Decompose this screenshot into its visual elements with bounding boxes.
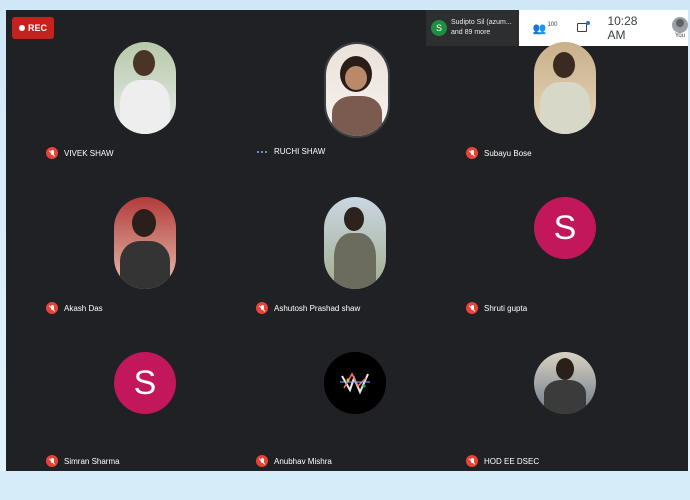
participant-tile[interactable]: Akash Das — [36, 195, 236, 345]
meeting-screen: REC S Sudipto Sil (azum... and 89 more 👥… — [6, 10, 688, 471]
participant-avatar — [324, 352, 386, 414]
participant-name: RUCHI SHAW — [274, 147, 326, 156]
mic-off-icon — [466, 302, 478, 314]
participant-avatar — [534, 352, 596, 414]
recording-indicator: REC — [12, 17, 55, 39]
self-label: You — [674, 33, 686, 39]
participants-count: 100 — [547, 21, 558, 28]
mic-off-icon — [466, 455, 478, 467]
participant-tile[interactable]: Anubhav Mishra — [246, 350, 446, 500]
participant-name: HOD EE DSEC — [484, 456, 540, 466]
chat-icon[interactable] — [577, 21, 591, 34]
participant-avatar — [324, 42, 390, 138]
participant-letter-avatar: S — [534, 197, 596, 259]
mic-off-icon — [466, 147, 478, 159]
presenter-more: and 89 more — [451, 29, 491, 36]
participant-tile[interactable]: S Simran Sharma — [36, 350, 236, 500]
participant-name: VIVEK SHAW — [64, 148, 114, 158]
self-view[interactable]: You — [672, 17, 688, 39]
participant-name-row: Akash Das — [46, 302, 103, 314]
participant-tile[interactable]: VIVEK SHAW — [36, 40, 236, 190]
participant-tile[interactable]: S Shruti gupta — [456, 195, 656, 345]
participant-name: Subayu Bose — [484, 148, 532, 158]
participant-avatar — [324, 197, 386, 289]
presenter-avatar: S — [431, 20, 447, 36]
abstract-art-icon — [324, 352, 386, 414]
participant-tile[interactable]: Ashutosh Prashad shaw — [246, 195, 446, 345]
participant-tile[interactable]: Subayu Bose — [456, 40, 656, 190]
participant-name: Simran Sharma — [64, 456, 120, 466]
participant-name-row: Subayu Bose — [466, 147, 532, 159]
participant-avatar — [114, 197, 176, 289]
participant-letter-avatar: S — [114, 352, 176, 414]
clock: 10:28 AM — [607, 14, 638, 42]
mic-off-icon — [256, 455, 268, 467]
mic-off-icon — [46, 455, 58, 467]
participant-name: Akash Das — [64, 303, 103, 313]
participant-name: Anubhav Mishra — [274, 456, 332, 466]
participant-name-row: HOD EE DSEC — [466, 455, 539, 467]
participant-name-row: Shruti gupta — [466, 302, 527, 314]
mic-off-icon — [46, 147, 58, 159]
mic-off-icon — [256, 302, 268, 314]
mic-off-icon — [46, 302, 58, 314]
presenter-name: Sudipto Sil (azum... — [451, 19, 512, 26]
participant-tile[interactable]: HOD EE DSEC — [456, 350, 656, 500]
participant-name-row: Ashutosh Prashad shaw — [256, 302, 360, 314]
people-icon: 👥 — [532, 22, 547, 35]
recording-label: REC — [28, 23, 48, 33]
participant-avatar — [114, 42, 176, 134]
record-dot-icon — [19, 25, 25, 31]
participant-name: Ashutosh Prashad shaw — [274, 303, 361, 313]
participants-button[interactable]: 👥 100 — [533, 22, 558, 35]
participant-name-row: Simran Sharma — [46, 455, 120, 467]
participant-name-row: VIVEK SHAW — [46, 147, 114, 159]
participant-name-row: Anubhav Mishra — [256, 455, 332, 467]
speaking-icon — [256, 150, 268, 153]
participant-name-row: RUCHI SHAW — [256, 147, 325, 156]
participant-tile[interactable]: RUCHI SHAW — [246, 40, 446, 190]
self-avatar — [672, 17, 688, 33]
participant-avatar — [534, 42, 596, 134]
participant-name: Shruti gupta — [484, 303, 528, 313]
